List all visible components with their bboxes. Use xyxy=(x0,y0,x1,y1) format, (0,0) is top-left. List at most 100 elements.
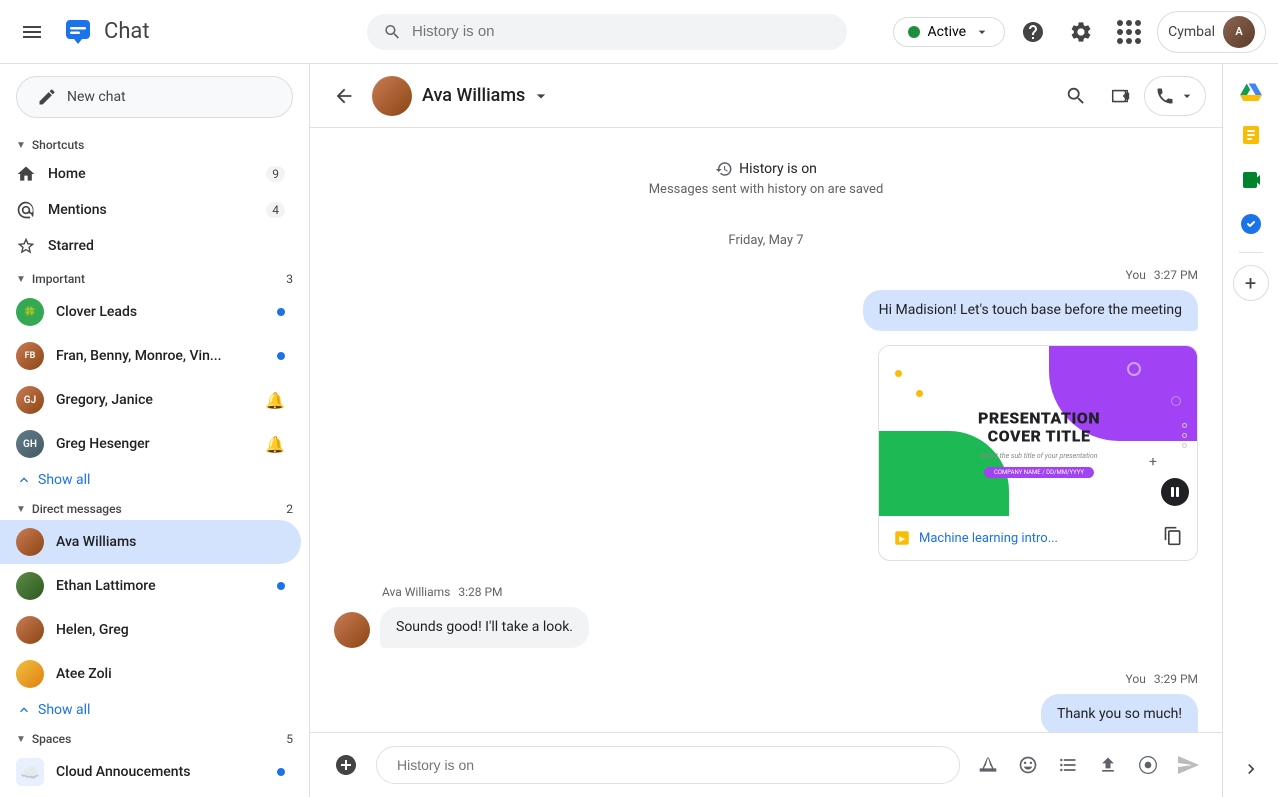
emoji-button[interactable] xyxy=(1010,747,1046,783)
sidebar-item-gregory-janice[interactable]: GJ Gregory, Janice 🔔 xyxy=(0,378,301,422)
sidebar-item-clover-leads[interactable]: 🍀 Clover Leads xyxy=(0,290,301,334)
back-button[interactable] xyxy=(326,78,362,114)
sidebar-item-fran-benny[interactable]: FB Fran, Benny, Monroe, Vin... xyxy=(0,334,301,378)
app-logo-icon xyxy=(60,14,96,50)
ethan-lattimore-icon xyxy=(16,572,44,600)
msg2-avatar xyxy=(334,612,370,648)
video-message-button[interactable] xyxy=(1130,747,1166,783)
topbar-center xyxy=(322,14,893,50)
ethan-lattimore-badge xyxy=(277,582,285,590)
dm-count: 2 xyxy=(286,502,293,516)
mentions-count: 4 xyxy=(266,202,285,218)
important-label: Important xyxy=(32,272,85,286)
search-messages-button[interactable] xyxy=(1056,76,1096,116)
outgoing-message-group-2: You 3:29 PM Thank you so much! xyxy=(334,672,1198,732)
gregory-janice-label: Gregory, Janice xyxy=(56,392,253,408)
clover-leads-icon: 🍀 xyxy=(16,298,44,326)
fran-benny-badge xyxy=(277,352,285,360)
call-chevron-icon xyxy=(1179,88,1195,104)
dm-section-header[interactable]: ▼ Direct messages 2 xyxy=(0,494,309,520)
clover-leads-badge xyxy=(277,308,285,316)
shortcuts-label-area: ▼ Shortcuts xyxy=(16,138,84,152)
hamburger-icon[interactable] xyxy=(12,12,52,52)
sidebar-item-cloud-announcements[interactable]: ☁️ Cloud Annoucements xyxy=(0,750,301,794)
spaces-count: 5 xyxy=(286,732,293,746)
sidebar-item-helen-greg[interactable]: Helen, Greg xyxy=(0,608,301,652)
important-section-header[interactable]: ▼ Important 3 xyxy=(0,264,309,290)
google-tasks-icon-button[interactable] xyxy=(1231,204,1271,244)
important-label-area: ▼ Important xyxy=(16,272,85,286)
attachment-footer: ▶ Machine learning intro... xyxy=(879,516,1197,560)
sidebar-item-ava-williams[interactable]: Ava Williams xyxy=(0,520,301,564)
dm-label: Direct messages xyxy=(32,502,122,516)
sidebar-item-atee-zoli[interactable]: Atee Zoli xyxy=(0,652,301,696)
spaces-section-header[interactable]: ▼ Spaces 5 xyxy=(0,724,309,750)
msg2-time: 3:28 PM xyxy=(458,585,502,599)
message-input[interactable] xyxy=(376,746,960,784)
topbar-left: Chat xyxy=(12,12,322,52)
cloud-announcements-icon: ☁️ xyxy=(16,758,44,786)
profile-area[interactable]: Cymbal A xyxy=(1157,11,1266,53)
help-icon-button[interactable] xyxy=(1013,12,1053,52)
date-divider: Friday, May 7 xyxy=(334,233,1198,248)
ava-williams-icon xyxy=(16,528,44,556)
clover-leads-label: Clover Leads xyxy=(56,304,265,320)
mentions-icon xyxy=(16,200,36,220)
right-panel-divider xyxy=(1239,252,1263,253)
google-meet-icon-button[interactable] xyxy=(1231,160,1271,200)
sidebar-item-mentions[interactable]: Mentions 4 xyxy=(0,192,301,228)
history-on-sub: Messages sent with history on are saved xyxy=(649,182,884,197)
contact-name-area[interactable]: Ava Williams xyxy=(422,85,1056,106)
home-icon xyxy=(16,164,36,184)
spaces-label: Spaces xyxy=(32,732,71,746)
cloud-announcements-label: Cloud Annoucements xyxy=(56,764,265,780)
google-drive-icon-button[interactable] xyxy=(1231,72,1271,112)
cloud-announcements-badge xyxy=(277,768,285,776)
greg-hesenger-mute-icon: 🔔 xyxy=(265,435,285,454)
add-app-button[interactable]: + xyxy=(1233,265,1269,301)
msg2-bubble: Sounds good! I'll take a look. xyxy=(380,607,589,648)
sidebar-item-greg-hesenger[interactable]: GH Greg Hesenger 🔔 xyxy=(0,422,301,466)
contact-name: Ava Williams xyxy=(422,85,525,106)
atee-zoli-icon xyxy=(16,660,44,688)
greg-hesenger-icon: GH xyxy=(16,430,44,458)
video-call-button[interactable] xyxy=(1100,76,1140,116)
starred-icon xyxy=(16,236,36,256)
important-show-all[interactable]: Show all xyxy=(0,466,301,494)
msg1-bubble: Hi Madision! Let's touch base before the… xyxy=(863,290,1198,331)
active-status-button[interactable]: Active xyxy=(893,17,1006,47)
copy-link-button[interactable] xyxy=(1163,526,1183,550)
send-button[interactable] xyxy=(1170,747,1206,783)
sidebar-item-home[interactable]: Home 9 xyxy=(0,156,301,192)
add-content-button[interactable] xyxy=(326,745,366,785)
chevron-down-icon xyxy=(974,24,990,40)
google-keep-icon-button[interactable] xyxy=(1231,116,1271,156)
shortcuts-section-header[interactable]: ▼ Shortcuts xyxy=(0,130,309,156)
format-text-button[interactable] xyxy=(970,747,1006,783)
msg1-attachment[interactable]: PRESENTATIONCOVER TITLE Insert the sub t… xyxy=(878,345,1198,561)
search-input[interactable] xyxy=(412,23,831,40)
apps-grid-button[interactable] xyxy=(1109,12,1149,52)
search-bar[interactable] xyxy=(367,14,847,50)
bullet-list-button[interactable] xyxy=(1050,747,1086,783)
msg1-meta: You 3:27 PM xyxy=(1126,268,1198,282)
spaces-label-area: ▼ Spaces xyxy=(16,732,71,746)
important-show-all-label: Show all xyxy=(38,472,90,488)
sidebar-item-starred[interactable]: Starred xyxy=(0,228,301,264)
sidebar-item-ethan-lattimore[interactable]: Ethan Lattimore xyxy=(0,564,301,608)
msg3-text: Thank you so much! xyxy=(1057,706,1182,722)
active-dot xyxy=(908,26,920,38)
right-panel-collapse-button[interactable] xyxy=(1231,749,1271,789)
msg2-text: Sounds good! I'll take a look. xyxy=(396,619,573,635)
msg2-sender: Ava Williams xyxy=(382,585,450,599)
settings-icon-button[interactable] xyxy=(1061,12,1101,52)
gregory-janice-icon: GJ xyxy=(16,386,44,414)
msg1-sender: You xyxy=(1126,268,1146,282)
call-button[interactable] xyxy=(1144,76,1206,116)
dm-show-all[interactable]: Show all xyxy=(0,696,301,724)
new-chat-label: New chat xyxy=(67,89,126,105)
input-bar xyxy=(310,732,1222,797)
new-chat-button[interactable]: New chat xyxy=(16,76,293,118)
history-on-title: History is on xyxy=(715,160,817,178)
upload-file-button[interactable] xyxy=(1090,747,1126,783)
